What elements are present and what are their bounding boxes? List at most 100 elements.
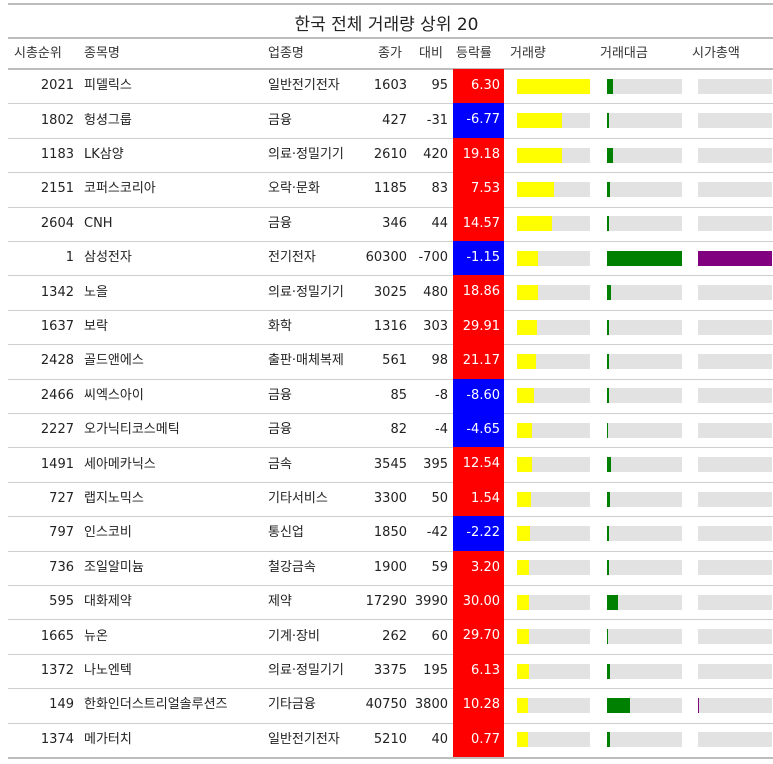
cell-rank: 595 xyxy=(49,594,74,610)
cell-change: 83 xyxy=(431,181,448,197)
bar-volume xyxy=(517,697,528,713)
cell-rank: 2428 xyxy=(40,353,74,369)
bar-track-volume xyxy=(517,663,590,679)
bar-track-amount xyxy=(607,388,682,404)
bar-track-amount xyxy=(607,353,682,369)
cell-sector: 전기전자 xyxy=(268,250,316,266)
cell-sector: 금융 xyxy=(268,422,292,438)
cell-sector: 오락·문화 xyxy=(268,181,320,197)
bar-track-volume xyxy=(517,457,590,473)
cell-rate: 14.57 xyxy=(453,206,504,241)
cell-change: 3800 xyxy=(414,697,448,713)
bar-amount xyxy=(607,697,630,713)
bar-track-mcap xyxy=(698,491,772,507)
bar-volume xyxy=(517,216,553,232)
cell-close: 1850 xyxy=(373,525,407,541)
cell-rank: 1802 xyxy=(40,112,74,128)
row-divider xyxy=(8,344,773,346)
header-change: 대비 xyxy=(419,46,443,61)
row-divider xyxy=(8,653,773,655)
cell-rank: 1491 xyxy=(40,456,74,472)
cell-sector: 일반전기전자 xyxy=(268,78,340,94)
cell-name: 랩지노믹스 xyxy=(84,491,144,506)
cell-name: 한화인더스트리얼솔루션즈 xyxy=(84,697,228,713)
bar-track-mcap xyxy=(698,285,772,301)
bar-volume xyxy=(517,319,538,335)
bar-volume xyxy=(517,78,590,94)
bar-volume xyxy=(517,732,528,748)
cell-close: 60300 xyxy=(365,250,407,266)
cell-name: 삼성전자 xyxy=(84,250,132,266)
bar-amount xyxy=(607,663,610,679)
cell-change: 44 xyxy=(431,215,448,231)
bar-amount xyxy=(607,457,611,473)
title-divider xyxy=(8,37,773,39)
cell-name: 메가터치 xyxy=(84,731,132,747)
row-divider xyxy=(8,722,773,724)
row-divider xyxy=(8,103,773,105)
cell-name: 세아메카닉스 xyxy=(84,456,156,472)
bar-track-mcap xyxy=(698,353,772,369)
bar-volume xyxy=(517,525,531,541)
bar-amount xyxy=(607,732,610,748)
bar-track-volume xyxy=(517,560,590,576)
cell-rate: 1.54 xyxy=(453,481,504,517)
bar-mcap xyxy=(698,697,699,713)
cell-sector: 의료·정밀기기 xyxy=(268,147,344,162)
header-sector: 업종명 xyxy=(268,46,304,61)
bar-volume xyxy=(517,388,534,404)
cell-close: 3545 xyxy=(373,456,407,472)
bar-track-mcap xyxy=(698,147,772,163)
bar-track-volume xyxy=(517,353,590,369)
cell-name: 인스코비 xyxy=(84,525,132,541)
cell-rate: 29.70 xyxy=(453,619,504,654)
header-name: 종목명 xyxy=(84,46,120,61)
bar-track-amount xyxy=(607,457,682,473)
chart-title: 한국 전체 거래량 상위 20 xyxy=(294,15,479,35)
cell-change: 98 xyxy=(431,353,448,369)
cell-sector: 철강금속 xyxy=(268,559,316,575)
bar-volume xyxy=(517,560,530,576)
bar-amount xyxy=(607,181,610,197)
bar-track-mcap xyxy=(698,697,772,713)
cell-rate: 10.28 xyxy=(453,688,504,723)
row-divider xyxy=(8,378,773,380)
bar-track-mcap xyxy=(698,629,772,645)
cell-change: 480 xyxy=(423,284,448,300)
top-border xyxy=(8,3,773,5)
header-rate: 등락률 xyxy=(456,46,492,61)
bar-track-amount xyxy=(607,594,682,610)
cell-close: 5210 xyxy=(373,731,407,747)
row-divider xyxy=(8,516,773,518)
header-close: 종가 xyxy=(378,46,402,61)
cell-close: 2610 xyxy=(373,147,407,162)
cell-sector: 제약 xyxy=(268,594,292,610)
cell-name: LK삼양 xyxy=(84,147,124,162)
cell-close: 3025 xyxy=(373,284,407,300)
cell-rate: -1.15 xyxy=(453,241,504,276)
cell-rate: 29.91 xyxy=(453,309,504,345)
cell-name: 보락 xyxy=(84,319,108,334)
cell-close: 346 xyxy=(382,215,407,231)
cell-close: 262 xyxy=(382,628,407,644)
cell-rate: -4.65 xyxy=(453,413,504,448)
row-divider xyxy=(8,137,773,139)
cell-sector: 기계·장비 xyxy=(268,628,320,644)
cell-rank: 1374 xyxy=(40,731,74,747)
bar-track-amount xyxy=(607,560,682,576)
bar-track-amount xyxy=(607,250,682,266)
cell-rank: 797 xyxy=(49,525,74,541)
cell-name: 씨엑스아이 xyxy=(84,387,144,403)
cell-name: 대화제약 xyxy=(84,594,132,610)
bar-volume xyxy=(517,181,554,197)
bar-amount xyxy=(607,560,609,576)
cell-name: 골드앤에스 xyxy=(84,353,144,369)
bar-track-amount xyxy=(607,697,682,713)
cell-sector: 일반전기전자 xyxy=(268,731,340,747)
cell-sector: 기타서비스 xyxy=(268,491,328,506)
cell-rate: 3.20 xyxy=(453,550,504,585)
bar-track-volume xyxy=(517,388,590,404)
cell-change: -42 xyxy=(426,525,448,541)
chart-table: 한국 전체 거래량 상위 20 시총순위 종목명 업종명 종가 대비 등락률 거… xyxy=(0,0,773,764)
cell-close: 1900 xyxy=(373,559,407,575)
